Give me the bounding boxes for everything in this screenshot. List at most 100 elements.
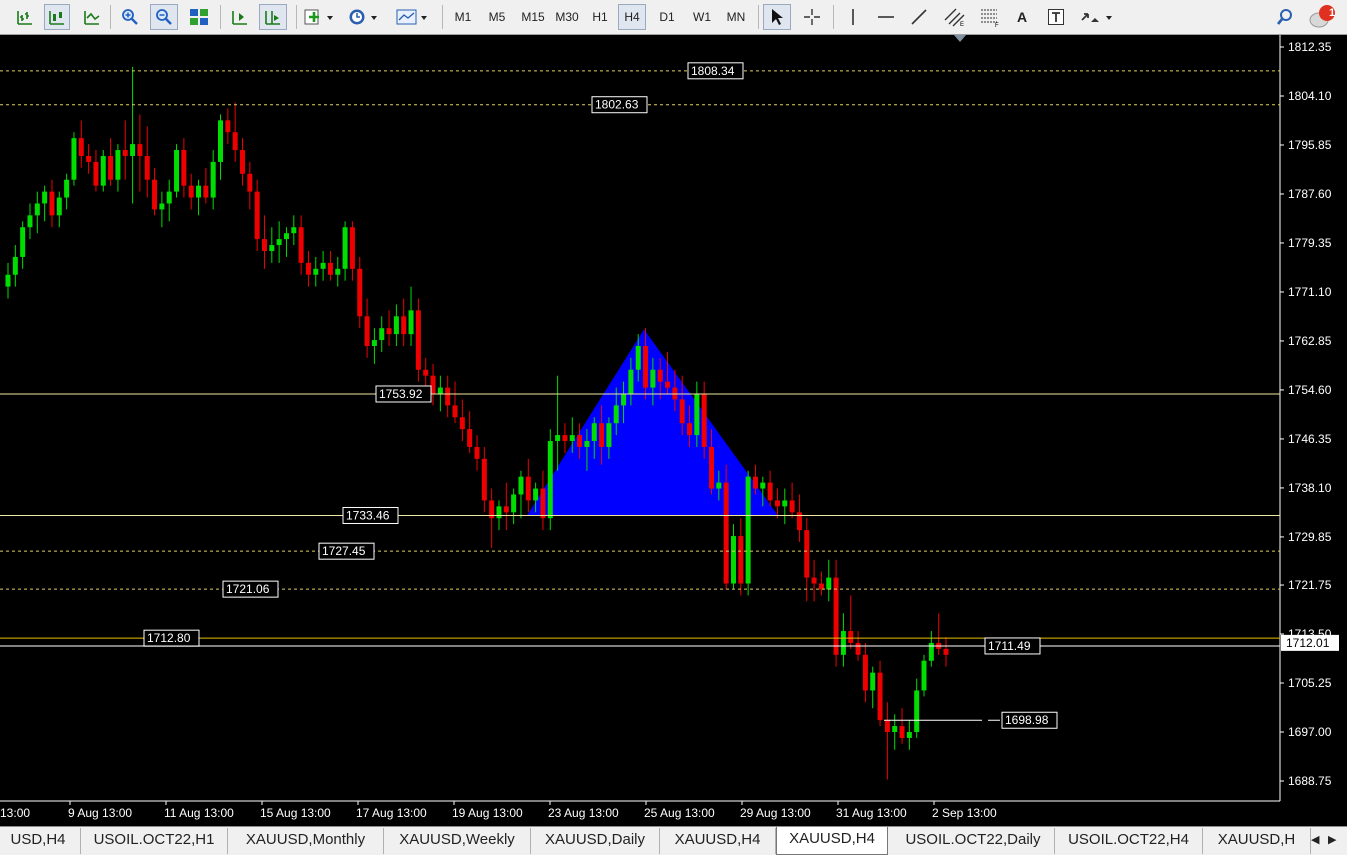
time-axis-label: 15 Aug 13:00 [260, 806, 331, 820]
chart-shift-marker [954, 35, 966, 42]
cursor-icon[interactable] [763, 4, 791, 30]
bull-candle [42, 191, 48, 204]
bull-candle [547, 441, 553, 519]
bull-candle [496, 506, 502, 519]
chart-tab-0[interactable]: USD,H4 [0, 828, 81, 854]
chart-canvas[interactable]: 1812.35 1804.10 1795.85 1787.60 1779.35 1771.… [0, 35, 1347, 828]
chart-tab-7[interactable]: USOIL.OCT22,Daily [892, 828, 1055, 854]
bear-candle [364, 316, 370, 347]
timeframe-m30-button[interactable]: M30 [550, 4, 584, 30]
bear-candle [540, 488, 546, 519]
arrows-dropdown-icon[interactable] [1077, 4, 1117, 30]
bull-candle [20, 227, 26, 257]
bear-candle [848, 631, 854, 643]
bear-candle [525, 476, 531, 501]
timeframe-m15-button[interactable]: M15 [516, 4, 550, 30]
crosshair-icon[interactable] [798, 4, 826, 30]
bear-candle [804, 530, 810, 578]
tabs-scroll-right-icon[interactable]: ▶ [1328, 833, 1336, 846]
bear-candle [349, 227, 355, 269]
level-label: 1711.49 [988, 639, 1031, 653]
search-icon[interactable] [1272, 4, 1298, 30]
level-label: 1712.80 [147, 631, 191, 645]
candlestick-chart-icon[interactable] [44, 4, 70, 30]
indicators-dropdown-icon[interactable] [302, 4, 338, 30]
text-label-icon[interactable] [1043, 4, 1069, 30]
level-label: 1802.63 [595, 98, 639, 112]
notifications-icon[interactable]: 1 [1306, 4, 1340, 30]
bear-candle [203, 185, 209, 198]
bull-candle [64, 179, 70, 198]
chart-tab-4[interactable]: XAUUSD,Daily [531, 828, 660, 854]
bull-candle [166, 191, 172, 204]
bear-candle [643, 346, 649, 388]
vertical-line-icon[interactable] [840, 4, 866, 30]
bear-candle [225, 120, 231, 133]
time-axis-label: 17 Aug 13:00 [356, 806, 427, 820]
bull-candle [210, 161, 216, 198]
time-axis-label: 11 Aug 13:00 [164, 806, 234, 820]
horizontal-line-icon[interactable] [873, 4, 899, 30]
bar-chart-icon[interactable] [12, 4, 38, 30]
bear-candle [709, 446, 714, 489]
text-tool-icon[interactable]: A [1010, 4, 1034, 30]
time-axis-label: 2 Sep 13:00 [932, 806, 997, 820]
price-axis-label: 1729.85 [1288, 530, 1332, 544]
chart-tab-3[interactable]: XAUUSD,Weekly [384, 828, 531, 854]
price-chart[interactable]: 1812.35 1804.10 1795.85 1787.60 1779.35 1771.… [0, 35, 1347, 828]
bull-candle [130, 144, 136, 156]
bear-candle [445, 387, 451, 406]
bear-candle [562, 435, 568, 442]
bull-candle [320, 262, 326, 269]
bear-candle [503, 506, 509, 513]
bear-candle [327, 262, 333, 275]
chart-tab-5[interactable]: XAUUSD,H4 [660, 828, 776, 854]
chart-tab-1[interactable]: USOIL.OCT22,H1 [81, 828, 228, 854]
bear-candle [862, 654, 868, 691]
timeframe-mn-button[interactable]: MN [720, 4, 752, 30]
line-chart-icon[interactable] [79, 4, 105, 30]
tile-windows-icon[interactable] [186, 4, 212, 30]
price-axis-label: 1697.00 [1288, 725, 1332, 739]
bear-candle [738, 536, 744, 584]
chart-shift-icon[interactable] [259, 4, 287, 30]
zoom-in-icon[interactable] [117, 4, 143, 30]
bear-candle [665, 381, 671, 388]
timeframe-w1-button[interactable]: W1 [687, 4, 717, 30]
trendline-icon[interactable] [906, 4, 932, 30]
price-axis-label: 1721.75 [1288, 578, 1332, 592]
bear-candle [78, 138, 84, 156]
timeframe-m5-button[interactable]: M5 [482, 4, 512, 30]
timeframe-h1-button[interactable]: H1 [586, 4, 614, 30]
time-axis-label: 29 Aug 13:00 [740, 806, 811, 820]
bear-candle [261, 239, 267, 251]
fibonacci-icon[interactable]: F [976, 4, 1004, 30]
zoom-out-icon[interactable] [150, 4, 178, 30]
equidistant-channel-icon[interactable]: E [940, 4, 970, 30]
periods-dropdown-icon[interactable] [346, 4, 384, 30]
templates-dropdown-icon[interactable] [394, 4, 432, 30]
price-axis-label: 1787.60 [1288, 187, 1332, 201]
bull-candle [283, 233, 289, 240]
bear-candle [386, 328, 392, 335]
tabs-scroll-left-icon[interactable]: ◀ [1311, 833, 1319, 846]
bear-candle [943, 648, 949, 655]
auto-scroll-icon[interactable] [227, 4, 253, 30]
bear-candle [789, 500, 795, 513]
triangle-pattern [527, 329, 778, 516]
chart-tab-9[interactable]: XAUUSD,H [1203, 828, 1311, 854]
chart-tabs-bar: USD,H4 USOIL.OCT22,H1 XAUUSD,Monthly XAUUSD… [0, 826, 1347, 855]
chart-tab-2[interactable]: XAUUSD,Monthly [228, 828, 384, 854]
bull-candle [174, 150, 180, 192]
timeframe-h4-button[interactable]: H4 [618, 4, 646, 30]
bull-candle [56, 197, 62, 216]
timeframe-m1-button[interactable]: M1 [448, 4, 478, 30]
chart-tab-6[interactable]: XAUUSD,H4 [776, 827, 888, 855]
chart-tab-8[interactable]: USOIL.OCT22,H4 [1055, 828, 1203, 854]
time-axis-label: 31 Aug 13:00 [836, 806, 907, 820]
bear-candle [884, 720, 890, 733]
bull-candle [613, 405, 619, 424]
bull-candle [511, 494, 517, 513]
timeframe-d1-button[interactable]: D1 [652, 4, 682, 30]
price-axis-label: 1762.85 [1288, 334, 1332, 348]
